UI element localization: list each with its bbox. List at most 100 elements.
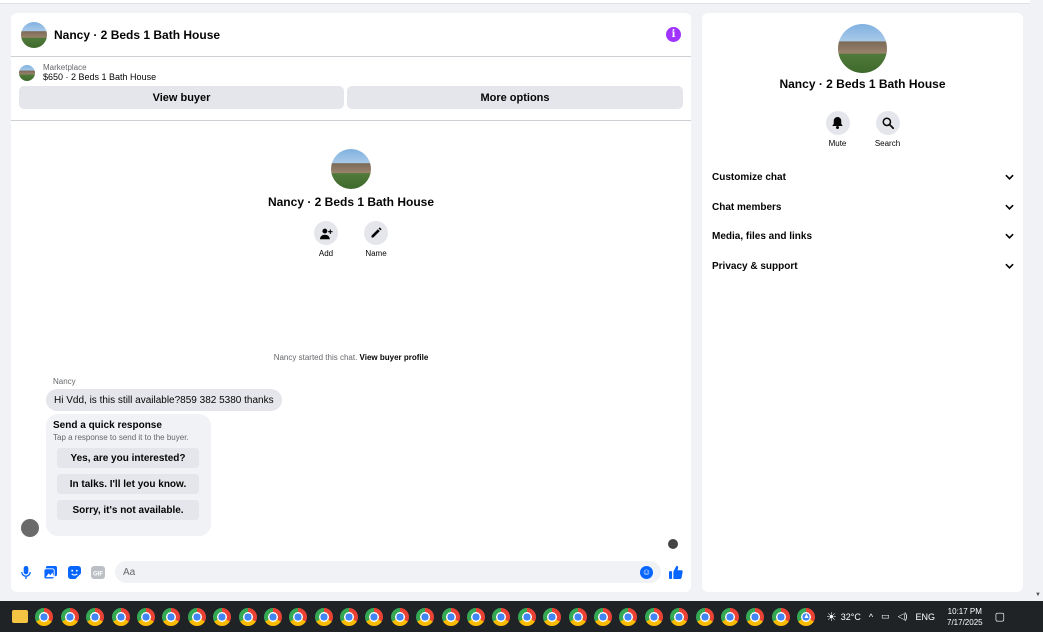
language-indicator[interactable]: ENG (915, 612, 935, 622)
taskbar-scroll-icon[interactable]: ▲ (803, 613, 810, 620)
browser-icon[interactable] (441, 607, 460, 626)
clock-time: 10:17 PM (947, 606, 982, 616)
browser-icon[interactable] (670, 607, 689, 626)
add-label: Add (318, 249, 334, 258)
chat-title[interactable]: Nancy · 2 Beds 1 Bath House (54, 28, 666, 42)
microphone-icon[interactable] (19, 565, 33, 579)
intro-avatar (331, 149, 371, 189)
chevron-down-icon (1005, 202, 1014, 213)
photo-icon[interactable] (43, 565, 57, 579)
page-scrollbar[interactable] (1030, 0, 1043, 601)
scroll-down-arrow-icon[interactable]: ▼ (1035, 592, 1041, 598)
section-label: Privacy & support (712, 260, 798, 272)
browser-icon[interactable] (314, 607, 333, 626)
browser-icon[interactable] (593, 607, 612, 626)
notification-icon[interactable]: ▢ (995, 610, 1005, 623)
chevron-down-icon (1005, 231, 1014, 242)
gif-icon[interactable]: GIF (91, 565, 105, 579)
pencil-icon (364, 221, 388, 245)
browser-icon[interactable] (35, 607, 54, 626)
browser-icon[interactable] (263, 607, 282, 626)
browser-icon[interactable] (289, 607, 308, 626)
browser-icon[interactable] (568, 607, 587, 626)
taskbar: ▲ ☀ 32°C ^ ▭ ◁) ENG 10:17 PM 7/17/2025 ▢ (0, 601, 1043, 632)
browser-icon[interactable] (720, 607, 739, 626)
info-panel: Nancy · 2 Beds 1 Bath House Mute Search … (702, 13, 1023, 592)
browser-icon[interactable] (416, 607, 435, 626)
chat-avatar[interactable] (21, 21, 47, 48)
message-input[interactable]: Aa ☺ (115, 561, 661, 583)
chat-members-section[interactable]: Chat members (712, 193, 1014, 223)
sender-avatar[interactable] (21, 519, 39, 537)
seen-indicator (668, 539, 678, 549)
browser-icon[interactable] (746, 607, 765, 626)
browser-icon[interactable] (340, 607, 359, 626)
mute-action[interactable]: Mute (825, 111, 851, 148)
chevron-up-icon[interactable]: ^ (869, 612, 873, 622)
system-tray: ▲ ☀ 32°C ^ ▭ ◁) ENG 10:17 PM 7/17/2025 ▢ (803, 601, 1005, 632)
browser-icon[interactable] (60, 607, 79, 626)
emoji-icon[interactable]: ☺ (640, 565, 653, 579)
browser-icon[interactable] (86, 607, 105, 626)
browser-icon[interactable] (111, 607, 130, 626)
browser-icon[interactable] (771, 607, 790, 626)
sender-name: Nancy (53, 377, 76, 386)
temperature[interactable]: 32°C (841, 612, 861, 622)
chevron-down-icon (1005, 261, 1014, 272)
browser-icon[interactable] (467, 607, 486, 626)
section-label: Customize chat (712, 172, 786, 184)
media-files-links-section[interactable]: Media, files and links (712, 222, 1014, 252)
listing-thumbnail (19, 64, 35, 81)
section-label: Chat members (712, 201, 782, 213)
quick-response-sorry[interactable]: Sorry, it's not available. (57, 500, 199, 520)
listing-label: Marketplace (43, 63, 87, 72)
thumbs-up-icon[interactable] (669, 565, 683, 579)
file-explorer-icon[interactable] (12, 610, 28, 623)
started-text: Nancy started this chat. (273, 353, 360, 362)
intro-name: Nancy · 2 Beds 1 Bath House (267, 195, 435, 209)
section-label: Media, files and links (712, 231, 813, 243)
quick-response-yes[interactable]: Yes, are you interested? (57, 448, 199, 468)
browser-icon[interactable] (543, 607, 562, 626)
browser-icon[interactable] (213, 607, 232, 626)
browser-icon[interactable] (619, 607, 638, 626)
browser-icon[interactable] (187, 607, 206, 626)
more-options-button[interactable]: More options (347, 86, 683, 109)
network-icon[interactable]: ▭ (881, 611, 890, 622)
mute-label: Mute (828, 139, 847, 148)
message-bubble[interactable]: Hi Vdd, is this still available?859 382 … (46, 389, 282, 411)
sticker-icon[interactable] (67, 565, 81, 579)
view-buyer-button[interactable]: View buyer (19, 86, 345, 109)
search-label: Search (874, 139, 901, 148)
panel-name: Nancy · 2 Beds 1 Bath House (779, 77, 946, 91)
weather-icon[interactable]: ☀ (826, 610, 837, 624)
info-icon[interactable]: i (666, 27, 681, 42)
browser-icon[interactable] (517, 607, 536, 626)
search-action[interactable]: Search (875, 111, 901, 148)
name-label: Name (365, 249, 387, 258)
privacy-support-section[interactable]: Privacy & support (712, 252, 1014, 282)
browser-icon[interactable] (390, 607, 409, 626)
browser-icon[interactable] (365, 607, 384, 626)
name-action[interactable]: Name (363, 221, 389, 258)
panel-actions: Mute Search (702, 111, 1023, 148)
volume-icon[interactable]: ◁) (898, 611, 908, 622)
panel-avatar (838, 24, 887, 73)
browser-icon[interactable] (162, 607, 181, 626)
listing-price: $650 · 2 Beds 1 Bath House (43, 72, 157, 82)
svg-text:GIF: GIF (93, 571, 103, 577)
browser-icon[interactable] (238, 607, 257, 626)
browser-icon[interactable] (492, 607, 511, 626)
listing-row[interactable]: Marketplace $650 · 2 Beds 1 Bath House (19, 63, 683, 82)
browser-icon[interactable] (644, 607, 663, 626)
intro-actions: Add Name (11, 221, 691, 258)
quick-response-in-talks[interactable]: In talks. I'll let you know. (57, 474, 199, 494)
add-action[interactable]: Add (313, 221, 339, 258)
panel-sections: Customize chat Chat members Media, files… (712, 163, 1014, 281)
browser-icon[interactable] (695, 607, 714, 626)
browser-icon[interactable] (136, 607, 155, 626)
customize-chat-section[interactable]: Customize chat (712, 163, 1014, 193)
clock[interactable]: 10:17 PM 7/17/2025 (947, 606, 983, 628)
top-strip (0, 0, 1043, 4)
view-buyer-profile-link[interactable]: View buyer profile (360, 353, 429, 362)
